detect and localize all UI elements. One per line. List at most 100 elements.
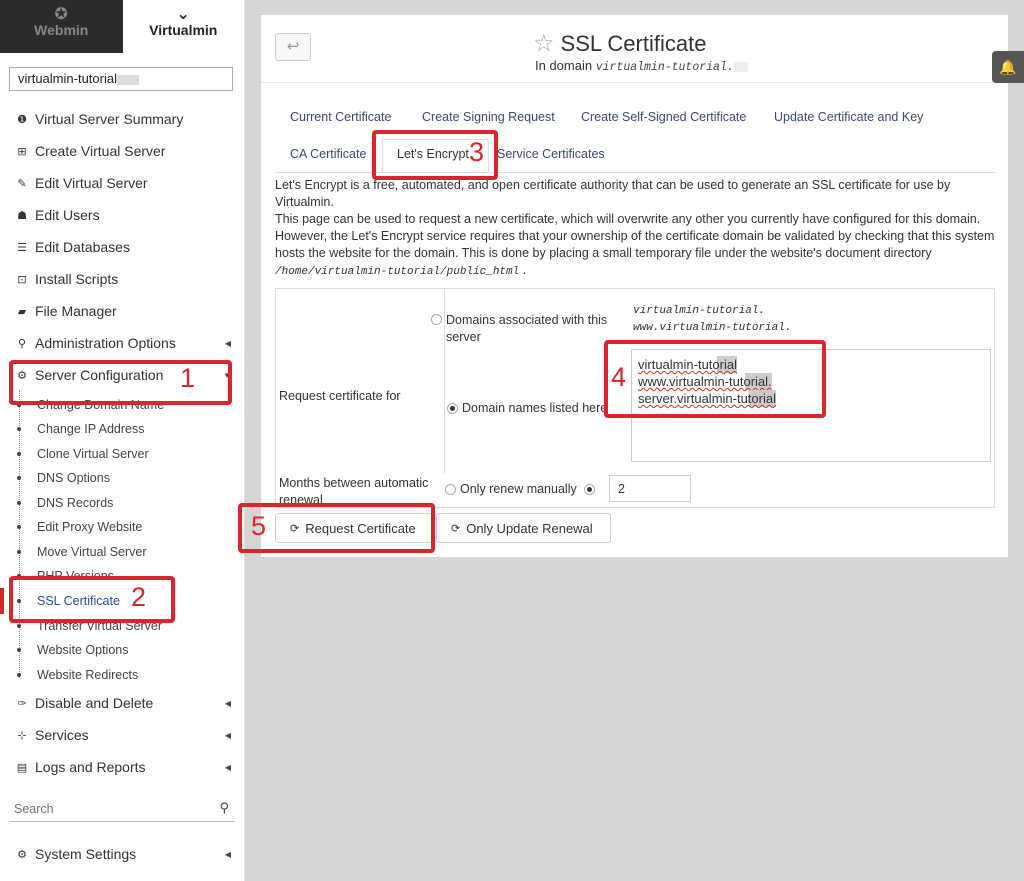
caret-left-icon: ◀ xyxy=(224,849,231,859)
nav-administration-options[interactable]: ⚲ Administration Options ◀ xyxy=(0,330,245,356)
virtualmin-tab-label: Virtualmin xyxy=(149,22,218,38)
nav-services[interactable]: ⊹ Services ◀ xyxy=(0,722,245,748)
annotation-number-5: 5 xyxy=(251,511,267,541)
sub-dns-records[interactable]: DNS Records xyxy=(0,493,245,513)
nav-label: Edit Virtual Server xyxy=(35,175,148,191)
radio-listed-domains[interactable] xyxy=(447,403,458,414)
sub-label: Move Virtual Server xyxy=(37,545,147,559)
nav-file-manager[interactable]: ▰ File Manager xyxy=(0,298,245,324)
webmin-tab-label: Webmin xyxy=(34,22,89,38)
virtualmin-tab[interactable]: ⌄ Virtualmin xyxy=(122,0,244,53)
nav-create-virtual-server[interactable]: ⊞ Create Virtual Server xyxy=(0,138,245,164)
database-icon: ☰ xyxy=(17,241,27,254)
description-line1: Let's Encrypt is a free, automated, and … xyxy=(275,178,951,209)
gear-icon: ⚙ xyxy=(17,848,27,861)
sub-label: DNS Options xyxy=(37,471,110,485)
annotation-box-5 xyxy=(238,503,435,553)
nav-virtual-server-summary[interactable]: ❶ Virtual Server Summary xyxy=(0,106,245,132)
nav-label: System Settings xyxy=(35,846,137,862)
edit-icon: ✎ xyxy=(17,177,27,190)
tab-create-self-signed[interactable]: Create Self-Signed Certificate xyxy=(581,110,746,124)
associated-domains-list: virtualmin-tutorial. www.virtualmin-tuto… xyxy=(633,303,791,337)
bullet xyxy=(17,452,21,456)
months-input[interactable]: 2 xyxy=(609,475,691,502)
radio-renew-months[interactable] xyxy=(584,484,595,495)
bullet xyxy=(17,648,21,652)
radio-associated-domains[interactable] xyxy=(431,314,442,325)
annotation-number-1: 1 xyxy=(180,363,196,393)
nav-disable-and-delete[interactable]: ✑ Disable and Delete ◀ xyxy=(0,690,245,716)
tab-update-certificate[interactable]: Update Certificate and Key xyxy=(774,110,923,124)
sub-label: DNS Records xyxy=(37,496,114,510)
request-label: Request certificate for xyxy=(279,389,401,403)
description-line2-wrap: This page can be used to request a new c… xyxy=(275,211,997,281)
sub-edit-proxy-website[interactable]: Edit Proxy Website xyxy=(0,517,245,537)
sub-clone-virtual-server[interactable]: Clone Virtual Server xyxy=(0,444,245,464)
domain-select-value: virtualmin-tutorial xyxy=(18,71,117,86)
bullet xyxy=(17,525,21,529)
option-listed-label: Domain names listed here xyxy=(462,401,608,415)
option-manual-label: Only renew manually xyxy=(460,482,577,496)
radio-renew-manually[interactable] xyxy=(445,484,456,495)
caret-left-icon: ◀ xyxy=(224,338,231,348)
nav-system-settings[interactable]: ⚙ System Settings ◀ xyxy=(0,841,245,867)
sub-website-redirects[interactable]: Website Redirects xyxy=(0,665,245,685)
file-icon: ▤ xyxy=(16,761,28,774)
nav-edit-users[interactable]: ☗ Edit Users xyxy=(0,202,245,228)
download-icon: ⊡ xyxy=(17,273,27,286)
sub-label: Clone Virtual Server xyxy=(37,447,149,461)
webmin-tab[interactable]: ✪ Webmin xyxy=(0,0,123,53)
refresh-icon: ⟳ xyxy=(451,522,461,535)
bullet xyxy=(17,427,21,431)
back-arrow-icon: ↩ xyxy=(286,38,300,55)
back-button[interactable]: ↩ xyxy=(275,33,311,61)
document-root-path: /home/virtualmin-tutorial/public_html xyxy=(275,266,520,278)
only-update-renewal-button[interactable]: ⟳ Only Update Renewal xyxy=(436,513,611,543)
panel-header: ↩ ☆ SSL Certificate In domain virtualmin… xyxy=(261,15,1008,83)
main-panel: ↩ ☆ SSL Certificate In domain virtualmin… xyxy=(261,15,1008,557)
star-icon[interactable]: ☆ xyxy=(533,29,555,58)
page-subtitle: In domain virtualmin-tutorial. xyxy=(535,58,748,74)
button-label: Only Update Renewal xyxy=(466,520,593,536)
nav-label: Edit Databases xyxy=(35,239,130,255)
tab-create-signing-request[interactable]: Create Signing Request xyxy=(422,110,555,124)
annotation-number-2: 2 xyxy=(131,582,147,612)
chevron-down-icon: ⌄ xyxy=(176,6,190,23)
sub-label: Change IP Address xyxy=(37,422,145,436)
tab-service-certificates[interactable]: Service Certificates xyxy=(497,147,605,161)
path-suffix: . xyxy=(522,263,527,277)
search-input[interactable] xyxy=(9,801,199,816)
sub-label: Website Redirects xyxy=(37,668,139,682)
nav-label: Edit Users xyxy=(35,207,100,223)
tab-current-certificate[interactable]: Current Certificate xyxy=(290,110,391,124)
sidebar-search: ⚲ xyxy=(9,796,235,822)
caret-left-icon: ◀ xyxy=(224,762,231,772)
nav-edit-virtual-server[interactable]: ✎ Edit Virtual Server xyxy=(0,170,245,196)
annotation-number-3: 3 xyxy=(469,137,485,167)
nav-label: File Manager xyxy=(35,303,117,319)
nav-label: Virtual Server Summary xyxy=(35,111,184,127)
search-icon[interactable]: ⚲ xyxy=(219,800,229,816)
nav-label: Administration Options xyxy=(35,335,176,351)
notifications-bell-icon[interactable]: 🔔 xyxy=(992,51,1024,83)
nav-edit-databases[interactable]: ☰ Edit Databases xyxy=(0,234,245,260)
option-associated-label: Domains associated with this server xyxy=(446,313,608,344)
associated-domain: virtualmin-tutorial. xyxy=(633,305,766,317)
users-icon: ☗ xyxy=(17,209,27,222)
sub-website-options[interactable]: Website Options xyxy=(0,640,245,660)
page-title-text: SSL Certificate xyxy=(560,30,707,56)
nav-install-scripts[interactable]: ⊡ Install Scripts xyxy=(0,266,245,292)
nav-label: Create Virtual Server xyxy=(35,143,166,159)
domain-select[interactable]: virtualmin-tutorial xyxy=(9,67,233,91)
tab-ca-certificate[interactable]: CA Certificate xyxy=(290,147,366,161)
product-switcher: ✪ Webmin ⌄ Virtualmin xyxy=(0,0,244,53)
sitemap-icon: ⊹ xyxy=(17,729,27,742)
sub-change-ip-address[interactable]: Change IP Address xyxy=(0,419,245,439)
description-line2: This page can be used to request a new c… xyxy=(275,212,995,260)
sub-dns-options[interactable]: DNS Options xyxy=(0,468,245,488)
sub-move-virtual-server[interactable]: Move Virtual Server xyxy=(0,542,245,562)
subtitle-prefix: In domain xyxy=(535,58,593,73)
caret-left-icon: ◀ xyxy=(224,730,231,740)
nav-logs-and-reports[interactable]: ▤ Logs and Reports ◀ xyxy=(0,754,245,780)
bullet xyxy=(17,624,21,628)
